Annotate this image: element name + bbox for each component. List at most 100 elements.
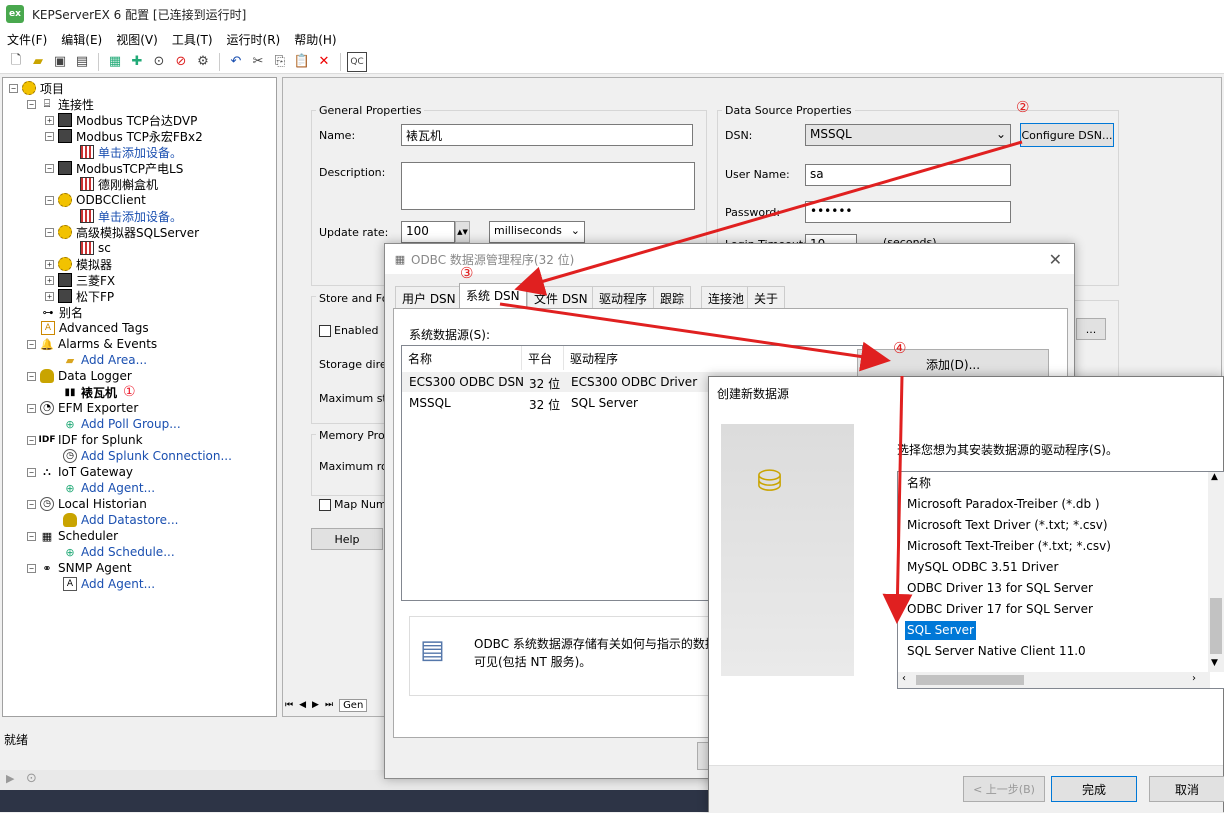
update-unit-select[interactable]: milliseconds ⌄: [489, 221, 585, 243]
tree-item-scheduler[interactable]: − ▦ Scheduler: [27, 528, 118, 544]
tree-item-add-device[interactable]: 单击添加设备。: [80, 144, 182, 160]
tree-item-channel[interactable]: + 三菱FX: [45, 272, 115, 288]
column-header-name[interactable]: 名称: [402, 346, 522, 370]
scroll-right-icon[interactable]: ›: [1192, 673, 1196, 684]
update-rate-field[interactable]: 100: [401, 221, 455, 243]
tree-item-channel[interactable]: + 松下FP: [45, 288, 114, 304]
play-icon[interactable]: ⊙: [149, 52, 169, 72]
list-item[interactable]: ODBC Driver 13 for SQL Server: [905, 579, 1095, 598]
scroll-thumb[interactable]: [1210, 598, 1222, 654]
list-item[interactable]: Microsoft Paradox-Treiber (*.db ): [905, 495, 1102, 514]
last-tab-icon[interactable]: ⏭: [325, 700, 333, 710]
collapse-icon[interactable]: −: [27, 435, 36, 445]
open-icon[interactable]: ▰: [28, 52, 48, 72]
expand-icon[interactable]: +: [45, 275, 54, 285]
password-field[interactable]: ••••••: [805, 201, 1011, 223]
scroll-left-icon[interactable]: ‹: [902, 673, 906, 684]
stop-icon[interactable]: ⊙: [26, 771, 37, 786]
add-button[interactable]: 添加(D)...: [857, 349, 1049, 379]
tab-drivers[interactable]: 驱动程序: [592, 286, 655, 308]
tree-item-data-logger[interactable]: − Data Logger: [27, 368, 132, 384]
new-icon[interactable]: 🗋: [6, 52, 26, 72]
description-field[interactable]: [401, 162, 695, 210]
vertical-scrollbar[interactable]: ▲ ▼: [1208, 472, 1224, 672]
tree-item-channel[interactable]: + Modbus TCP台达DVP: [45, 112, 197, 128]
tree-item-channel[interactable]: − 高级模拟器SQLServer: [45, 224, 199, 240]
menu-view[interactable]: 视图(V): [109, 31, 165, 48]
menu-runtime[interactable]: 运行时(R): [220, 31, 288, 48]
collapse-icon[interactable]: −: [27, 403, 36, 413]
scroll-down-icon[interactable]: ▼: [1211, 658, 1218, 668]
list-item-selected[interactable]: SQL Server: [905, 621, 976, 640]
tree-item-advanced-tags[interactable]: A Advanced Tags: [41, 320, 149, 336]
tree-item-add-splunk[interactable]: ◷ Add Splunk Connection...: [63, 448, 232, 464]
tree-item-channel[interactable]: − ODBCClient: [45, 192, 146, 208]
collapse-icon[interactable]: −: [45, 131, 54, 141]
prev-tab-icon[interactable]: ◀: [299, 700, 306, 710]
user-name-field[interactable]: sa: [805, 164, 1011, 186]
tab-file-dsn[interactable]: 文件 DSN: [527, 286, 595, 308]
tree-item-add-datastore[interactable]: Add Datastore...: [63, 512, 179, 528]
device-icon[interactable]: ▦: [105, 52, 125, 72]
list-item[interactable]: SQL Server Native Client 11.0: [905, 642, 1088, 661]
paste-icon[interactable]: 📋: [292, 52, 312, 72]
tree-item-channel[interactable]: − ModbusTCP产电LS: [45, 160, 183, 176]
driver-list[interactable]: 名称 Microsoft Paradox-Treiber (*.db ) Mic…: [897, 471, 1224, 689]
menu-file[interactable]: 文件(F): [0, 31, 54, 48]
menu-help[interactable]: 帮助(H): [287, 31, 343, 48]
tab-system-dsn[interactable]: 系统 DSN: [459, 283, 527, 309]
stop-icon[interactable]: ⊘: [171, 52, 191, 72]
tree-item-historian[interactable]: − ◷ Local Historian: [27, 496, 147, 512]
help-button[interactable]: Help: [311, 528, 383, 550]
column-header-platform[interactable]: 平台: [522, 346, 564, 370]
scroll-up-icon[interactable]: ▲: [1211, 472, 1218, 482]
expand-icon[interactable]: +: [45, 115, 54, 125]
menu-tools[interactable]: 工具(T): [165, 31, 220, 48]
tree-item-add-schedule[interactable]: ⊕ Add Schedule...: [63, 544, 174, 560]
dsn-select[interactable]: MSSQL ⌄: [805, 124, 1011, 146]
add-icon[interactable]: ✚: [127, 52, 147, 72]
collapse-icon[interactable]: −: [45, 163, 54, 173]
properties-icon[interactable]: ⚙: [193, 52, 213, 72]
tree-item-snmp[interactable]: − ⚭ SNMP Agent: [27, 560, 132, 576]
collapse-icon[interactable]: −: [27, 467, 36, 477]
collapse-icon[interactable]: −: [27, 531, 36, 541]
list-item[interactable]: Microsoft Text-Treiber (*.txt; *.csv): [905, 537, 1113, 556]
tree-item-efm[interactable]: − ◔ EFM Exporter: [27, 400, 138, 416]
name-field[interactable]: 裱瓦机: [401, 124, 693, 146]
save-as-icon[interactable]: ▤: [72, 52, 92, 72]
tree-item-add-agent[interactable]: ⊕ Add Agent...: [63, 480, 155, 496]
quick-client-icon[interactable]: QC: [347, 51, 367, 72]
finish-button[interactable]: 完成: [1051, 776, 1137, 802]
column-header-driver[interactable]: 驱动程序: [564, 346, 864, 370]
next-tab-icon[interactable]: ▶: [312, 700, 319, 710]
collapse-icon[interactable]: −: [27, 99, 36, 109]
first-tab-icon[interactable]: ⏮: [285, 700, 293, 710]
list-item[interactable]: ODBC Driver 17 for SQL Server: [905, 600, 1095, 619]
update-rate-stepper[interactable]: ▲▼: [455, 221, 470, 243]
tab-tracing[interactable]: 跟踪: [653, 286, 692, 308]
tree-item-channel[interactable]: − Modbus TCP永宏FBx2: [45, 128, 203, 144]
tree-item-channel[interactable]: + 模拟器: [45, 256, 112, 272]
collapse-icon[interactable]: −: [9, 83, 18, 93]
back-button[interactable]: < 上一步(B): [963, 776, 1045, 802]
expand-icon[interactable]: +: [45, 291, 54, 301]
delete-icon[interactable]: ✕: [314, 52, 334, 72]
tab-user-dsn[interactable]: 用户 DSN: [395, 286, 463, 308]
tree-item-splunk[interactable]: − IDF IDF for Splunk: [27, 432, 143, 448]
expand-icon[interactable]: +: [45, 259, 54, 269]
tree-item-log-group[interactable]: ▮▮ 裱瓦机 ①: [63, 384, 135, 400]
driver-list-header[interactable]: 名称: [905, 474, 933, 493]
tree-item-alarms[interactable]: − 🔔 Alarms & Events: [27, 336, 157, 352]
collapse-icon[interactable]: −: [27, 371, 36, 381]
horizontal-scrollbar[interactable]: ‹ ›: [898, 672, 1210, 688]
list-item[interactable]: Microsoft Text Driver (*.txt; *.csv): [905, 516, 1110, 535]
tree-item-add-poll-group[interactable]: ⊕ Add Poll Group...: [63, 416, 180, 432]
collapse-icon[interactable]: −: [45, 195, 54, 205]
tree-item-add-area[interactable]: ▰ Add Area...: [63, 352, 147, 368]
tab-connection-pooling[interactable]: 连接池: [701, 286, 752, 308]
tree-item-alias[interactable]: ⊶ 别名: [41, 304, 84, 320]
tree-item-connectivity[interactable]: − ⌸ 连接性: [27, 96, 94, 112]
copy-icon[interactable]: ⎘: [270, 52, 290, 72]
tree-item-add-snmp-agent[interactable]: A Add Agent...: [63, 576, 155, 592]
